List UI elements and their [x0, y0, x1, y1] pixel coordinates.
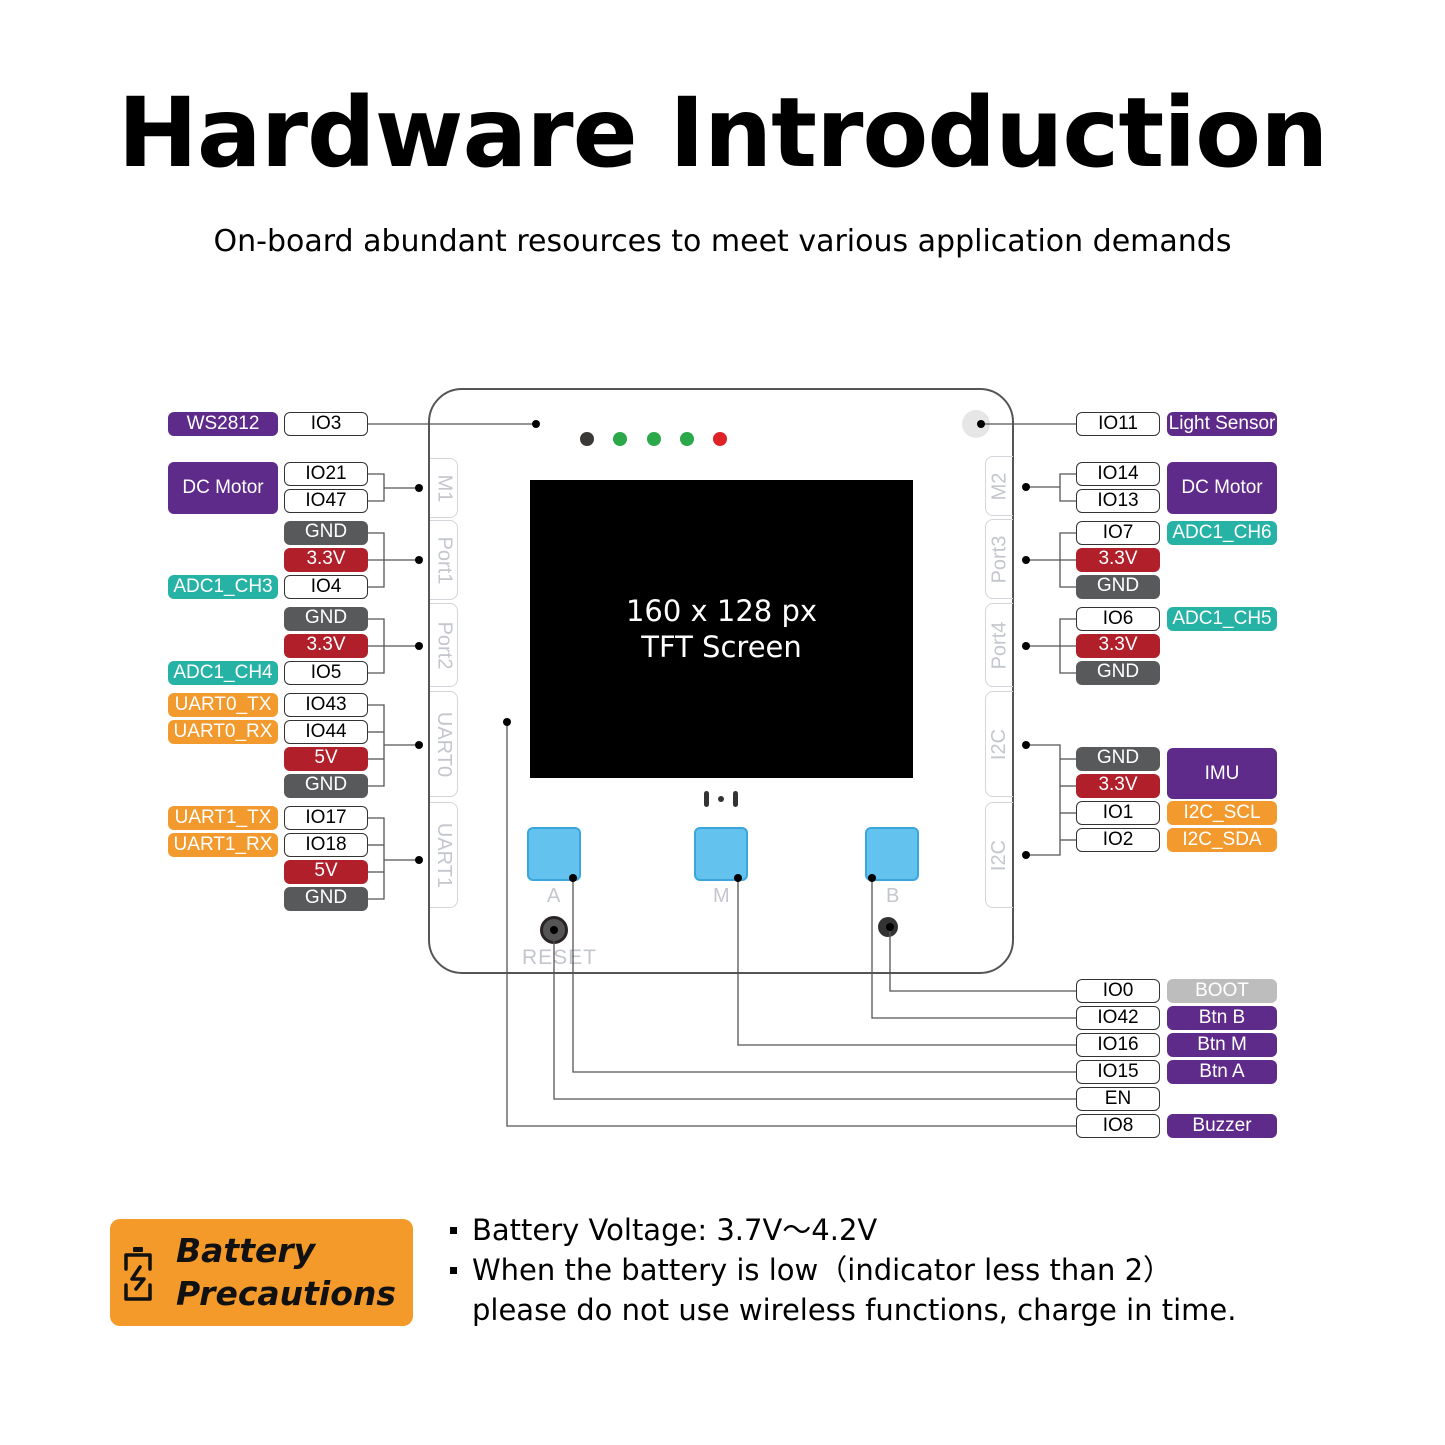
- func-uart0-tx: UART0_TX: [168, 693, 278, 717]
- func-dc-motor-1: DC Motor: [168, 462, 278, 514]
- wire-dot: [503, 718, 511, 726]
- pin-io15: IO15: [1076, 1060, 1160, 1084]
- pin-3v3: 3.3V: [1076, 774, 1160, 798]
- pin-gnd: GND: [1076, 661, 1160, 685]
- pin-io3: IO3: [284, 412, 368, 436]
- pin-en: EN: [1076, 1087, 1160, 1111]
- wire-dot: [532, 420, 540, 428]
- wire: [1026, 744, 1061, 856]
- wire: [871, 878, 1076, 1019]
- pin-io43: IO43: [284, 693, 368, 717]
- note-text: When the battery is low（indicator less t…: [472, 1253, 1173, 1287]
- pin-io17: IO17: [284, 806, 368, 830]
- func-dc-motor-2: DC Motor: [1167, 462, 1277, 514]
- pin-io1: IO1: [1076, 801, 1160, 825]
- pin-3v3: 3.3V: [1076, 548, 1160, 572]
- func-btn-a: Btn A: [1167, 1060, 1277, 1084]
- pin-io14: IO14: [1076, 462, 1160, 486]
- wire: [1059, 473, 1076, 502]
- wire-dot: [1022, 556, 1030, 564]
- pin-io47: IO47: [284, 489, 368, 513]
- battery-title-line2: Precautions: [176, 1274, 397, 1313]
- func-adc1-ch3: ADC1_CH3: [168, 575, 278, 599]
- pin-gnd: GND: [1076, 575, 1160, 599]
- wire-dot: [1022, 483, 1030, 491]
- battery-precautions-card: Battery Precautions: [110, 1219, 413, 1326]
- wire-dot: [415, 642, 423, 650]
- wire-dot: [415, 856, 423, 864]
- pin-io6: IO6: [1076, 607, 1160, 631]
- pin-io44: IO44: [284, 720, 368, 744]
- wire: [368, 704, 385, 787]
- note-text: please do not use wireless functions, ch…: [472, 1293, 1237, 1327]
- func-adc1-ch5: ADC1_CH5: [1167, 607, 1277, 631]
- wire-dot: [1022, 642, 1030, 650]
- pin-io8: IO8: [1076, 1114, 1160, 1138]
- pin-io16: IO16: [1076, 1033, 1160, 1057]
- battery-title-line1: Battery: [176, 1231, 316, 1270]
- wire: [368, 473, 385, 502]
- bullet-icon: [450, 1267, 457, 1274]
- wire: [737, 878, 1076, 1046]
- wire-dot: [886, 923, 894, 931]
- func-buzzer: Buzzer: [1167, 1114, 1277, 1138]
- wire-dot: [1022, 741, 1030, 749]
- wire: [572, 878, 1076, 1073]
- wire-dot: [415, 484, 423, 492]
- pin-io5: IO5: [284, 661, 368, 685]
- func-i2c-sda: I2C_SDA: [1167, 828, 1277, 852]
- func-btn-m: Btn M: [1167, 1033, 1277, 1057]
- wire: [553, 930, 1076, 1100]
- wire-dot: [415, 556, 423, 564]
- pin-io13: IO13: [1076, 489, 1160, 513]
- wire-dot: [415, 741, 423, 749]
- wire: [506, 722, 1076, 1127]
- wire-dot: [1022, 851, 1030, 859]
- note-item: Battery Voltage: 3.7V～4.2V: [444, 1210, 1237, 1250]
- func-uart1-tx: UART1_TX: [168, 806, 278, 830]
- func-boot: BOOT: [1167, 979, 1277, 1003]
- wire-dot: [569, 874, 577, 882]
- note-text: Battery Voltage: 3.7V～4.2V: [472, 1213, 878, 1247]
- pin-io4: IO4: [284, 575, 368, 599]
- wire-dot: [550, 926, 558, 934]
- note-item-continued: please do not use wireless functions, ch…: [444, 1290, 1237, 1330]
- wire-dot: [734, 874, 742, 882]
- pin-io7: IO7: [1076, 521, 1160, 545]
- pin-3v3: 3.3V: [284, 548, 368, 572]
- battery-notes: Battery Voltage: 3.7V～4.2V When the batt…: [444, 1210, 1237, 1330]
- func-btn-b: Btn B: [1167, 1006, 1277, 1030]
- wire-dot: [868, 874, 876, 882]
- pin-gnd: GND: [284, 887, 368, 911]
- pin-5v: 5V: [284, 747, 368, 771]
- func-adc1-ch4: ADC1_CH4: [168, 661, 278, 685]
- pin-gnd: GND: [284, 521, 368, 545]
- pin-io11: IO11: [1076, 412, 1160, 436]
- func-imu: IMU: [1167, 748, 1277, 799]
- pin-gnd: GND: [284, 774, 368, 798]
- wire: [368, 817, 385, 900]
- pin-gnd: GND: [284, 607, 368, 631]
- battery-charging-icon: [124, 1247, 152, 1301]
- func-uart1-rx: UART1_RX: [168, 833, 278, 857]
- pin-3v3: 3.3V: [284, 634, 368, 658]
- pin-io21: IO21: [284, 462, 368, 486]
- func-adc1-ch6: ADC1_CH6: [1167, 521, 1277, 545]
- battery-title: Battery Precautions: [176, 1229, 396, 1315]
- func-uart0-rx: UART0_RX: [168, 720, 278, 744]
- pin-io2: IO2: [1076, 828, 1160, 852]
- pin-io18: IO18: [284, 833, 368, 857]
- pin-gnd: GND: [1076, 747, 1160, 771]
- func-ws2812: WS2812: [168, 412, 278, 436]
- bullet-icon: [450, 1227, 457, 1234]
- wire-dot: [977, 420, 985, 428]
- func-i2c-scl: I2C_SCL: [1167, 801, 1277, 825]
- note-item: When the battery is low（indicator less t…: [444, 1250, 1237, 1290]
- pin-io42: IO42: [1076, 1006, 1160, 1030]
- func-light-sensor: Light Sensor: [1167, 412, 1277, 436]
- pin-3v3: 3.3V: [1076, 634, 1160, 658]
- pin-5v: 5V: [284, 860, 368, 884]
- pin-io0: IO0: [1076, 979, 1160, 1003]
- wire: [889, 927, 1076, 992]
